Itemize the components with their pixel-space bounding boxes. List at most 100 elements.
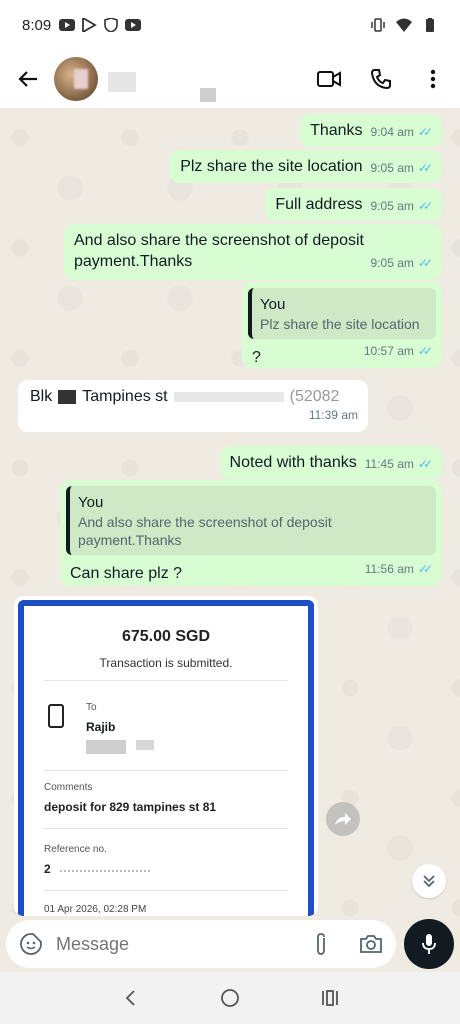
- message-text: (52082: [289, 388, 340, 405]
- message-input[interactable]: [56, 933, 276, 955]
- message-input-container: [6, 920, 397, 968]
- message-bubble-out[interactable]: You Plz share the site location ? 10:57 …: [242, 282, 442, 368]
- video-call-icon: [317, 71, 341, 87]
- receipt-comments-value: deposit for 829 tampines st 81: [44, 800, 217, 814]
- receipt-amount: 675.00 SGD: [121, 628, 211, 645]
- video-call-button[interactable]: [316, 66, 342, 92]
- divider: [44, 890, 288, 891]
- message-bubble-out[interactable]: Full address 9:05 am ✓✓: [265, 188, 442, 221]
- vibrate-icon: [371, 18, 385, 32]
- contact-name-redacted[interactable]: [108, 64, 216, 102]
- mobile-phone-icon: [48, 704, 64, 728]
- more-vert-icon: [430, 69, 436, 89]
- receipt-reference-value: 2: [44, 862, 51, 876]
- nav-home-button[interactable]: [215, 983, 245, 1013]
- voice-call-button[interactable]: [368, 66, 394, 92]
- message-text: Full address: [275, 196, 363, 213]
- back-button[interactable]: [14, 65, 42, 93]
- message-bubble-out[interactable]: Noted with thanks 11:45 am ✓✓: [219, 446, 442, 479]
- phone-icon: [370, 69, 391, 90]
- youtube-icon: [59, 19, 76, 31]
- receipt-to-label: To: [86, 702, 97, 713]
- message-text: Plz share the site location: [180, 158, 363, 175]
- quoted-message[interactable]: You Plz share the site location: [248, 288, 436, 339]
- paperclip-icon: [317, 933, 326, 955]
- message-time: 9:05 am: [370, 256, 414, 270]
- message-time: 11:45 am: [364, 457, 414, 471]
- forward-icon: [335, 813, 351, 825]
- quote-text-line: payment.Thanks: [78, 532, 182, 548]
- message-bubble-out[interactable]: Thanks 9:04 am ✓✓: [300, 114, 442, 147]
- message-time: 9:05 am: [370, 199, 414, 213]
- microphone-icon: [422, 934, 437, 954]
- quote-author: You: [78, 494, 104, 511]
- message-time: 9:05 am: [370, 161, 414, 175]
- read-ticks-icon: ✓✓: [417, 562, 433, 576]
- read-ticks-icon: ✓✓: [417, 125, 433, 139]
- sticker-icon: [20, 933, 42, 955]
- message-composer: [0, 916, 460, 972]
- forward-button[interactable]: [326, 802, 360, 836]
- read-ticks-icon: ✓✓: [417, 344, 433, 358]
- quote-text-line: And also share the screenshot of deposit: [78, 514, 332, 530]
- read-ticks-icon: ✓✓: [417, 457, 433, 471]
- divider: [44, 770, 288, 771]
- double-chevron-down-icon: [423, 875, 435, 888]
- youtube-icon: [125, 19, 142, 31]
- recents-icon: [322, 990, 338, 1006]
- quoted-message[interactable]: You And also share the screenshot of dep…: [66, 486, 436, 555]
- message-text: Noted with thanks: [229, 454, 357, 471]
- home-circle-icon: [221, 989, 239, 1007]
- wifi-icon: [396, 18, 412, 32]
- message-bubble-out[interactable]: And also share the screenshot of deposit…: [64, 224, 442, 280]
- arrow-left-icon: [18, 71, 37, 87]
- quote-author: You: [260, 296, 286, 313]
- quote-text: Plz share the site location: [260, 316, 420, 332]
- read-ticks-icon: ✓✓: [417, 199, 433, 213]
- message-time: 11:56 am: [364, 562, 414, 576]
- message-bubble-in[interactable]: Blk Tampines st (52082 11:39 am: [18, 380, 368, 432]
- message-text: Tampines st: [82, 388, 168, 405]
- notification-icons: [59, 18, 142, 32]
- message-bubble-out[interactable]: You And also share the screenshot of dep…: [60, 480, 442, 586]
- redacted-text: [60, 870, 150, 874]
- divider: [44, 828, 288, 829]
- shield-icon: [104, 18, 119, 32]
- receipt-to-name: Rajib: [86, 720, 116, 734]
- scroll-to-bottom-button[interactable]: [412, 864, 446, 898]
- receipt-comments-label: Comments: [44, 782, 93, 793]
- more-options-button[interactable]: [420, 66, 446, 92]
- read-ticks-icon: ✓✓: [417, 256, 433, 270]
- status-bar: 8:09: [0, 0, 460, 50]
- redacted-text: [86, 740, 126, 754]
- receipt-status: Transaction is submitted.: [99, 656, 233, 670]
- message-bubble-out[interactable]: Plz share the site location 9:05 am ✓✓: [170, 150, 442, 183]
- battery-icon: [426, 18, 434, 32]
- camera-button[interactable]: [358, 931, 384, 957]
- contact-avatar[interactable]: [54, 57, 98, 101]
- chat-area[interactable]: Thanks 9:04 am ✓✓ Plz share the site loca…: [0, 108, 460, 916]
- attach-button[interactable]: [308, 931, 334, 957]
- status-time: 8:09: [22, 16, 52, 34]
- message-text-line: And also share the screenshot of deposit: [74, 232, 364, 249]
- message-text: Blk: [30, 388, 53, 405]
- system-icons: [370, 18, 438, 32]
- redacted-text: [136, 740, 154, 750]
- nav-back-button[interactable]: [115, 983, 145, 1013]
- chat-header: [0, 50, 460, 108]
- redacted-text: [58, 389, 77, 404]
- voice-message-button[interactable]: [404, 919, 454, 969]
- payment-receipt-image: 675.00 SGD Transaction is submitted. To …: [18, 600, 314, 916]
- image-message[interactable]: 675.00 SGD Transaction is submitted. To …: [14, 596, 318, 916]
- play-store-icon: [82, 18, 97, 32]
- message-time: 11:39 am: [308, 408, 358, 422]
- chevron-left-icon: [125, 990, 135, 1006]
- divider: [44, 680, 288, 681]
- receipt-datetime: 01 Apr 2026, 02:28 PM: [44, 904, 147, 915]
- message-text: Thanks: [310, 122, 363, 139]
- sticker-button[interactable]: [18, 931, 44, 957]
- receipt-reference-label: Reference no.: [44, 844, 107, 855]
- read-ticks-icon: ✓✓: [417, 161, 433, 175]
- message-time: 10:57 am: [363, 344, 414, 358]
- nav-recents-button[interactable]: [315, 983, 345, 1013]
